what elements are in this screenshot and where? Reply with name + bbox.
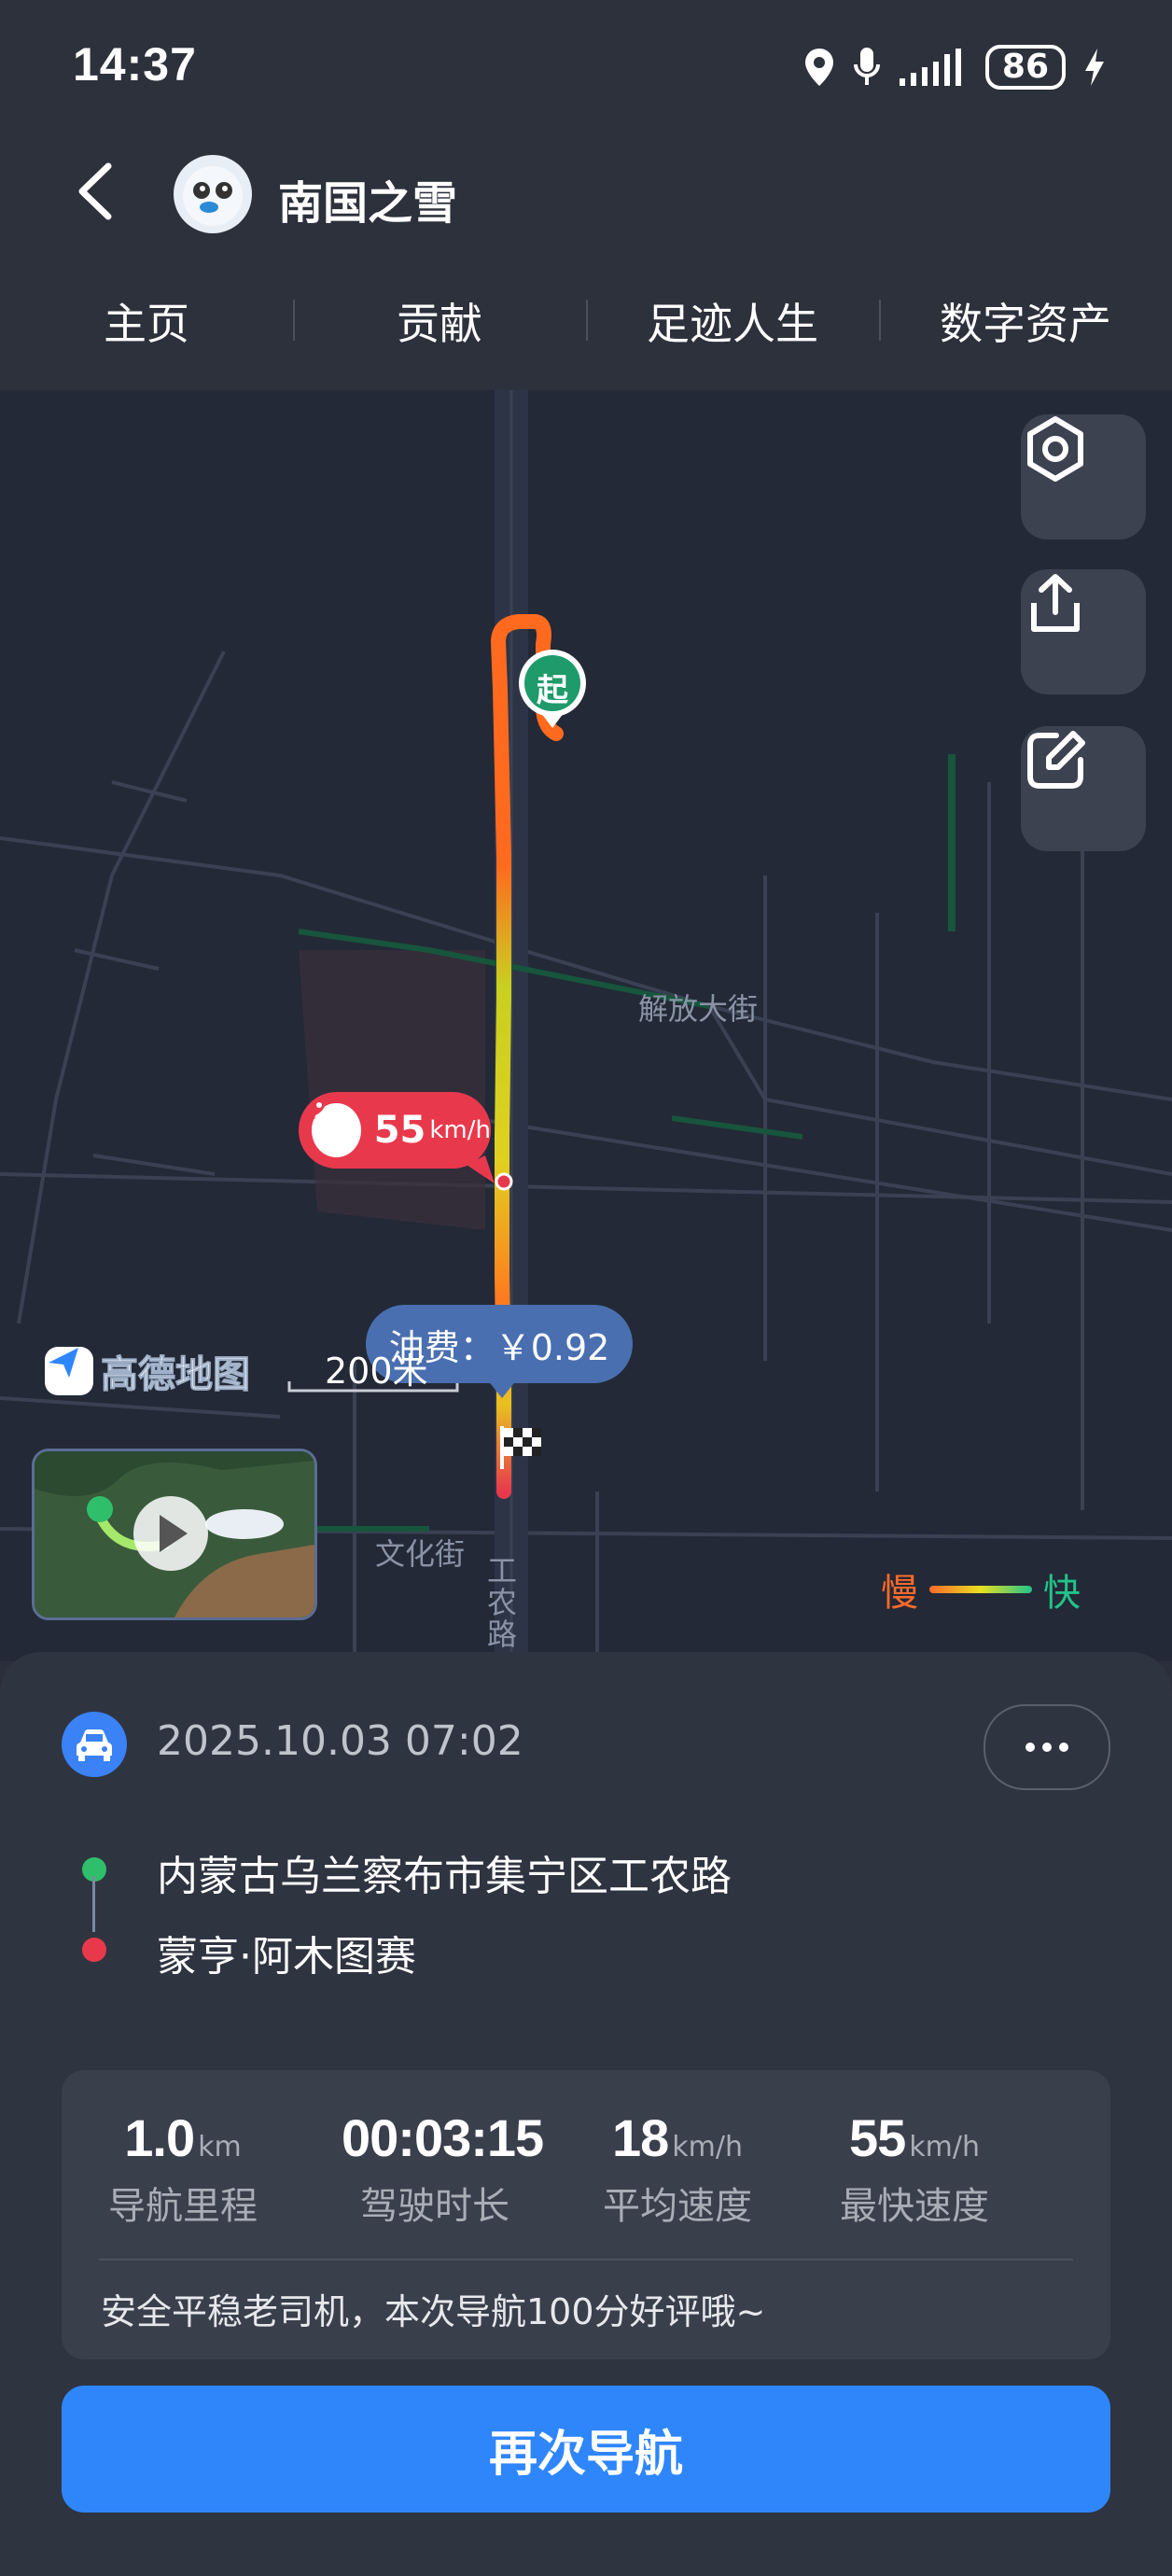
- share-icon: [1031, 574, 1080, 632]
- tab-footprint[interactable]: 足迹人生: [586, 290, 879, 352]
- profile-header: 南国之雪: [0, 131, 1172, 252]
- max-speed-value: 55: [373, 1109, 426, 1152]
- tab-home[interactable]: 主页: [0, 290, 293, 352]
- speed-legend: 慢 快: [881, 1562, 1081, 1617]
- profile-tabs: 主页 贡献 足迹人生 数字资产: [0, 252, 1172, 390]
- tab-digital-assets[interactable]: 数字资产: [879, 290, 1172, 352]
- map-edit-button[interactable]: [1021, 726, 1146, 851]
- route-replay-video[interactable]: [32, 1449, 317, 1620]
- trip-comment: 安全平稳老司机，本次导航100分好评哦~: [101, 2291, 766, 2332]
- avatar[interactable]: [174, 155, 252, 233]
- status-bar: 14:37 86: [0, 0, 1172, 131]
- edit-icon: [1027, 731, 1085, 789]
- back-icon[interactable]: [65, 159, 131, 224]
- username: 南国之雪: [278, 177, 458, 230]
- stat-max-speed: 55 km/h 最快速度: [840, 2108, 989, 2228]
- stat-distance: 1.0 km 导航里程: [108, 2108, 258, 2228]
- legend-fast: 快: [1043, 1572, 1081, 1615]
- map-scale-label: 200米: [325, 1351, 428, 1392]
- start-marker-label: 起: [537, 672, 568, 709]
- settings-icon: [1027, 416, 1083, 482]
- max-speed-unit: km/h: [429, 1116, 491, 1144]
- stats-divider: [99, 2259, 1073, 2261]
- max-speed-marker[interactable]: 55 km/h: [299, 1092, 491, 1169]
- map-settings-button[interactable]: [1021, 414, 1146, 539]
- map-provider-logo: 高德地图: [45, 1344, 251, 1398]
- legend-slow: 慢: [881, 1572, 918, 1615]
- rocket-icon: [302, 1098, 361, 1157]
- street-label-gongnong: 工农路: [486, 1553, 517, 1652]
- charging-icon: [1085, 49, 1104, 86]
- tab-contribution[interactable]: 贡献: [293, 290, 586, 352]
- street-label-jiefang: 解放大街: [638, 991, 759, 1027]
- more-icon: [1026, 1743, 1068, 1752]
- trip-stats-card: 1.0 km 导航里程 00:03:15 驾驶时长 18 km/h 平均速度 55 k…: [62, 2070, 1110, 2359]
- map-logo-text: 高德地图: [101, 1353, 251, 1397]
- battery-indicator: 86: [984, 45, 1066, 90]
- destination-dot: [82, 1938, 106, 1962]
- car-icon: [62, 1712, 127, 1777]
- location-icon: [804, 49, 833, 86]
- status-icons: 86: [802, 41, 1107, 93]
- mic-icon: [853, 48, 880, 85]
- legend-gradient-bar: [929, 1586, 1032, 1593]
- stat-duration: 00:03:15 驾驶时长: [342, 2108, 544, 2228]
- amap-logo-icon: [45, 1347, 93, 1395]
- origin-address: 内蒙古乌兰察布市集宁区工农路: [157, 1853, 732, 1900]
- destination-address: 蒙亨·阿木图赛: [157, 1933, 416, 1981]
- trip-datetime: 2025.10.03 07:02: [157, 1717, 523, 1765]
- signal-icon: [899, 49, 961, 86]
- trip-detail-panel: 2025.10.03 07:02 内蒙古乌兰察布市集宁区工农路 蒙亨·阿木图赛 …: [0, 1652, 1172, 2576]
- route-map[interactable]: 解放大街 文化街 工农路 起 55 km/h 油费：￥0.92 高德地图 200…: [0, 390, 1172, 1661]
- street-label-wenhua: 文化街: [375, 1536, 466, 1572]
- status-time: 14:37: [73, 38, 197, 91]
- map-share-button[interactable]: [1021, 569, 1146, 694]
- route-connector-line: [92, 1876, 95, 1932]
- stat-average-speed: 18 km/h 平均速度: [603, 2108, 752, 2228]
- renavigate-button[interactable]: 再次导航: [62, 2386, 1110, 2513]
- more-options-button[interactable]: [984, 1704, 1110, 1790]
